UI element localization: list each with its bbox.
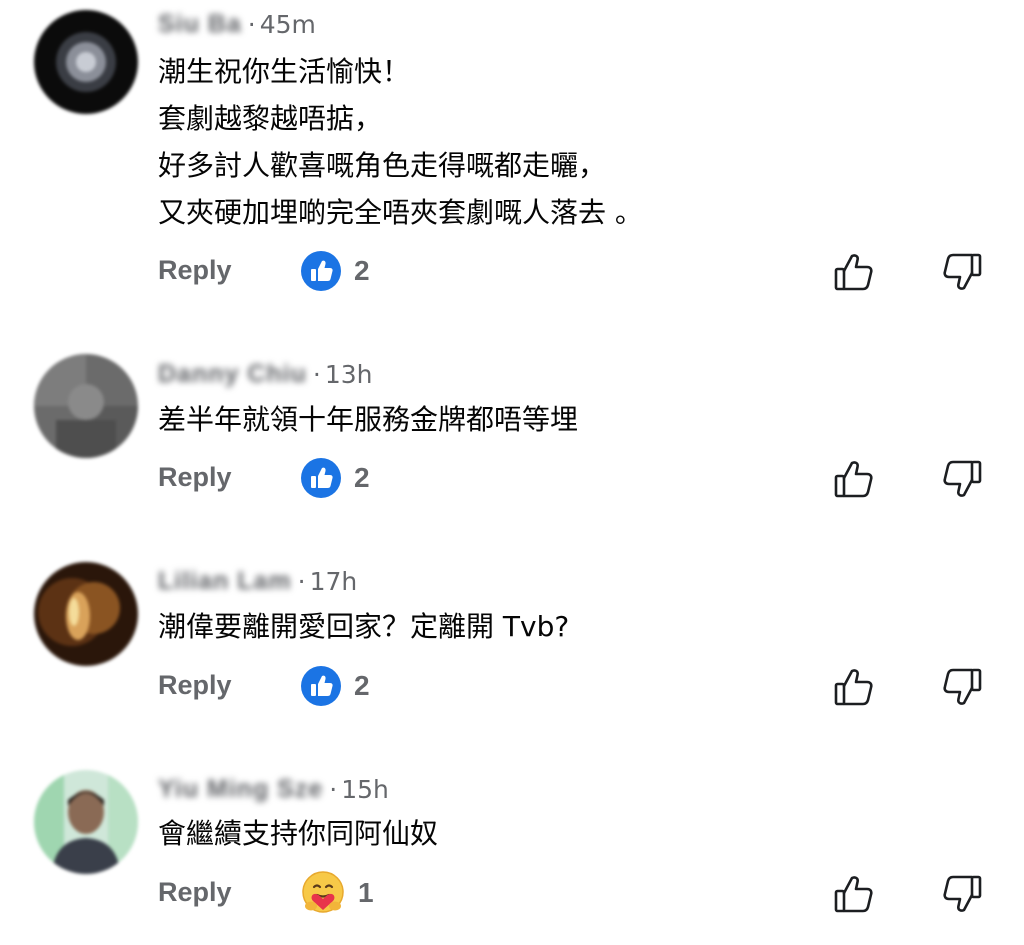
reaction-count: 2	[354, 255, 370, 286]
avatar[interactable]	[34, 10, 138, 114]
comment-line: 會繼續支持你同阿仙奴	[158, 817, 439, 850]
like-badge-icon	[301, 458, 341, 498]
comment-line: 又夾硬加埋啲完全唔夾套劇嘅人落去 。	[158, 196, 643, 229]
comment-feed: Siu Ba · 45m 潮生祝你生活愉快！ 套劇越黎越唔掂， 好多討人歡喜嘅角…	[0, 0, 1024, 945]
thumbs-down-icon[interactable]	[940, 872, 984, 916]
comment-timestamp[interactable]: 17h	[310, 567, 358, 596]
comment-text: 潮生祝你生活愉快！ 套劇越黎越唔掂， 好多討人歡喜嘅角色走得嘅都走曬， 又夾硬加…	[158, 48, 643, 236]
reply-button[interactable]: Reply	[158, 255, 232, 286]
like-badge-icon	[301, 251, 341, 291]
comment-line: 好多討人歡喜嘅角色走得嘅都走曬，	[158, 149, 607, 182]
thumbs-down-icon[interactable]	[940, 457, 984, 501]
comment-meta: Siu Ba · 45m	[158, 9, 316, 39]
thumbs-up-icon[interactable]	[832, 250, 876, 294]
reaction-count: 1	[358, 877, 374, 908]
reaction-count: 2	[354, 462, 370, 493]
thumbs-down-icon[interactable]	[940, 250, 984, 294]
comment-text: 會繼續支持你同阿仙奴	[158, 810, 438, 857]
avatar[interactable]	[34, 562, 138, 666]
comment-meta: Danny Chiu · 13h	[158, 359, 373, 389]
avatar[interactable]	[34, 354, 138, 458]
reaction-summary[interactable]: 1	[300, 870, 374, 916]
avatar[interactable]	[34, 770, 138, 874]
comment-line: 潮生祝你生活愉快！	[158, 55, 411, 88]
thumbs-up-icon[interactable]	[832, 872, 876, 916]
like-badge-icon	[301, 666, 341, 706]
comment-meta: Lilian Lam · 17h	[158, 566, 358, 596]
reply-button[interactable]: Reply	[158, 670, 232, 701]
comment-line: 潮偉要離開愛回家？定離開 Tvb?	[158, 610, 570, 643]
reply-button[interactable]: Reply	[158, 462, 232, 493]
comment-timestamp[interactable]: 45m	[260, 10, 316, 39]
thumbs-up-icon[interactable]	[832, 665, 876, 709]
reaction-summary[interactable]: 2	[300, 250, 370, 292]
reaction-summary[interactable]: 2	[300, 457, 370, 499]
reply-button[interactable]: Reply	[158, 877, 232, 908]
author-name[interactable]: Lilian Lam	[158, 567, 292, 596]
reaction-summary[interactable]: 2	[300, 665, 370, 707]
thumbs-up-icon[interactable]	[832, 457, 876, 501]
comment-timestamp[interactable]: 15h	[341, 775, 389, 804]
reaction-count: 2	[354, 670, 370, 701]
comment-text: 潮偉要離開愛回家？定離開 Tvb?	[158, 603, 569, 650]
comment-line: 套劇越黎越唔掂，	[158, 102, 383, 135]
author-name[interactable]: Yiu Ming Sze	[158, 775, 323, 804]
author-name[interactable]: Danny Chiu	[158, 360, 307, 389]
comment-timestamp[interactable]: 13h	[325, 360, 373, 389]
care-emoji-icon	[302, 871, 344, 913]
comment-meta: Yiu Ming Sze · 15h	[158, 774, 389, 804]
author-name[interactable]: Siu Ba	[158, 10, 242, 39]
thumbs-down-icon[interactable]	[940, 665, 984, 709]
comment-line: 差半年就領十年服務金牌都唔等埋	[158, 403, 579, 436]
comment-text: 差半年就領十年服務金牌都唔等埋	[158, 396, 578, 443]
